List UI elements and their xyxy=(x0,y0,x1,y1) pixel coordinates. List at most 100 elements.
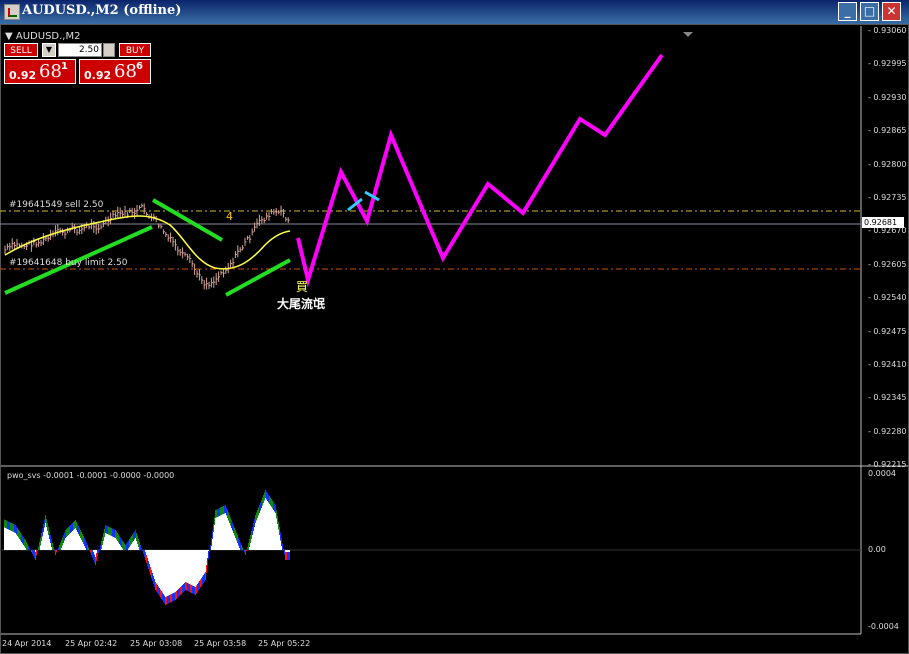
histogram-edge xyxy=(150,567,151,575)
histogram-edge xyxy=(45,515,46,523)
histogram-bar xyxy=(267,493,268,550)
price-axis-label: - 0.92735 xyxy=(868,193,907,202)
histogram-edge xyxy=(172,593,173,602)
histogram-edge xyxy=(175,592,176,600)
buy-limit-order-label[interactable]: #19641648 buy limit 2.50 xyxy=(9,258,128,268)
buy-price-box[interactable]: 0.92 68 6 xyxy=(79,59,151,84)
histogram-edge xyxy=(27,544,28,550)
histogram-edge xyxy=(72,523,73,531)
histogram-edge xyxy=(248,543,249,550)
histogram-edge xyxy=(53,547,54,550)
sell-order-label[interactable]: #19641549 sell 2.50 xyxy=(9,200,103,210)
histogram-edge xyxy=(22,535,23,544)
histogram-bar xyxy=(168,550,169,604)
histogram-edge xyxy=(260,502,261,511)
wave-number-label: 4 xyxy=(226,210,233,223)
histogram-edge xyxy=(191,585,192,593)
histogram-edge xyxy=(60,542,61,550)
histogram-edge xyxy=(190,584,191,593)
histogram-edge xyxy=(43,524,44,532)
histogram-edge xyxy=(156,583,157,592)
histogram-edge xyxy=(56,550,57,553)
histogram-edge xyxy=(94,554,95,563)
histogram-edge xyxy=(128,540,129,549)
histogram-edge xyxy=(181,586,182,594)
histogram-edge xyxy=(100,545,101,550)
price-chart[interactable] xyxy=(0,0,909,654)
histogram-edge xyxy=(13,524,14,532)
histogram-edge xyxy=(246,550,247,551)
histogram-edge xyxy=(205,572,206,580)
histogram-edge xyxy=(208,551,209,559)
histogram-edge xyxy=(153,576,154,584)
price-axis-label: - 0.92930 xyxy=(868,92,907,102)
sell-price-box[interactable]: 0.92 68 1 xyxy=(4,59,76,84)
histogram-edge xyxy=(200,579,201,588)
histogram-edge xyxy=(193,586,194,594)
histogram-edge xyxy=(204,573,205,582)
histogram-edge xyxy=(126,543,127,550)
histogram-edge xyxy=(21,534,22,542)
histogram-bar xyxy=(264,492,265,550)
histogram-edge xyxy=(192,585,193,594)
histogram-edge xyxy=(288,552,289,560)
histogram-edge xyxy=(12,523,13,532)
histogram-edge xyxy=(219,508,220,516)
histogram-edge xyxy=(137,536,138,544)
price-axis-label: - 0.92280 xyxy=(868,426,907,436)
lot-size-input[interactable]: 2.50 xyxy=(58,43,102,57)
histogram-edge xyxy=(80,530,81,538)
histogram-edge xyxy=(86,542,87,550)
histogram-edge xyxy=(206,565,207,573)
histogram-edge xyxy=(266,491,267,500)
lot-dropdown-icon[interactable]: ▼ xyxy=(42,43,56,57)
lot-spinner[interactable] xyxy=(103,43,115,57)
histogram-bar xyxy=(164,550,165,604)
histogram-edge xyxy=(141,548,142,550)
histogram-edge xyxy=(10,522,11,531)
histogram-edge xyxy=(109,527,110,535)
buy-button[interactable]: BUY xyxy=(119,43,151,57)
histogram-edge xyxy=(51,539,52,547)
histogram-edge xyxy=(259,505,260,513)
histogram-edge xyxy=(282,543,283,550)
channel-line-lower-right xyxy=(225,258,291,297)
histogram-edge xyxy=(62,537,63,546)
histogram-edge xyxy=(163,594,164,602)
histogram-edge xyxy=(102,537,103,545)
histogram-edge xyxy=(171,594,172,602)
histogram-edge xyxy=(8,521,9,530)
histogram-edge xyxy=(65,530,66,538)
histogram-edge xyxy=(6,520,7,529)
current-price-badge: 0.92681 xyxy=(862,217,904,228)
histogram-edge xyxy=(240,542,241,550)
histogram-edge xyxy=(199,581,200,589)
histogram-edge xyxy=(203,575,204,583)
histogram-edge xyxy=(223,506,224,514)
histogram-edge xyxy=(201,578,202,586)
sell-button[interactable]: SELL xyxy=(4,43,38,57)
histogram-edge xyxy=(234,527,235,536)
histogram-edge xyxy=(49,531,50,539)
histogram-edge xyxy=(127,542,128,550)
histogram-edge xyxy=(35,552,36,560)
histogram-edge xyxy=(95,557,96,565)
histogram-edge xyxy=(98,550,99,553)
histogram-edge xyxy=(269,496,270,504)
time-label: 25 Apr 05:22 xyxy=(258,639,311,648)
time-label: 25 Apr 02:42 xyxy=(65,639,118,648)
histogram-edge xyxy=(19,531,20,539)
buy-price-big: 68 xyxy=(114,61,137,82)
buy-annotation: 買 xyxy=(296,280,309,294)
histogram-edge xyxy=(47,523,48,531)
histogram-edge xyxy=(54,550,55,551)
histogram-edge xyxy=(87,545,88,550)
histogram-edge xyxy=(120,537,121,546)
histogram-edge xyxy=(52,543,53,550)
histogram-edge xyxy=(158,586,159,595)
histogram-edge xyxy=(130,537,131,546)
histogram-edge xyxy=(147,558,148,566)
histogram-edge xyxy=(220,507,221,516)
histogram-edge xyxy=(255,515,256,523)
histogram-edge xyxy=(174,592,175,601)
